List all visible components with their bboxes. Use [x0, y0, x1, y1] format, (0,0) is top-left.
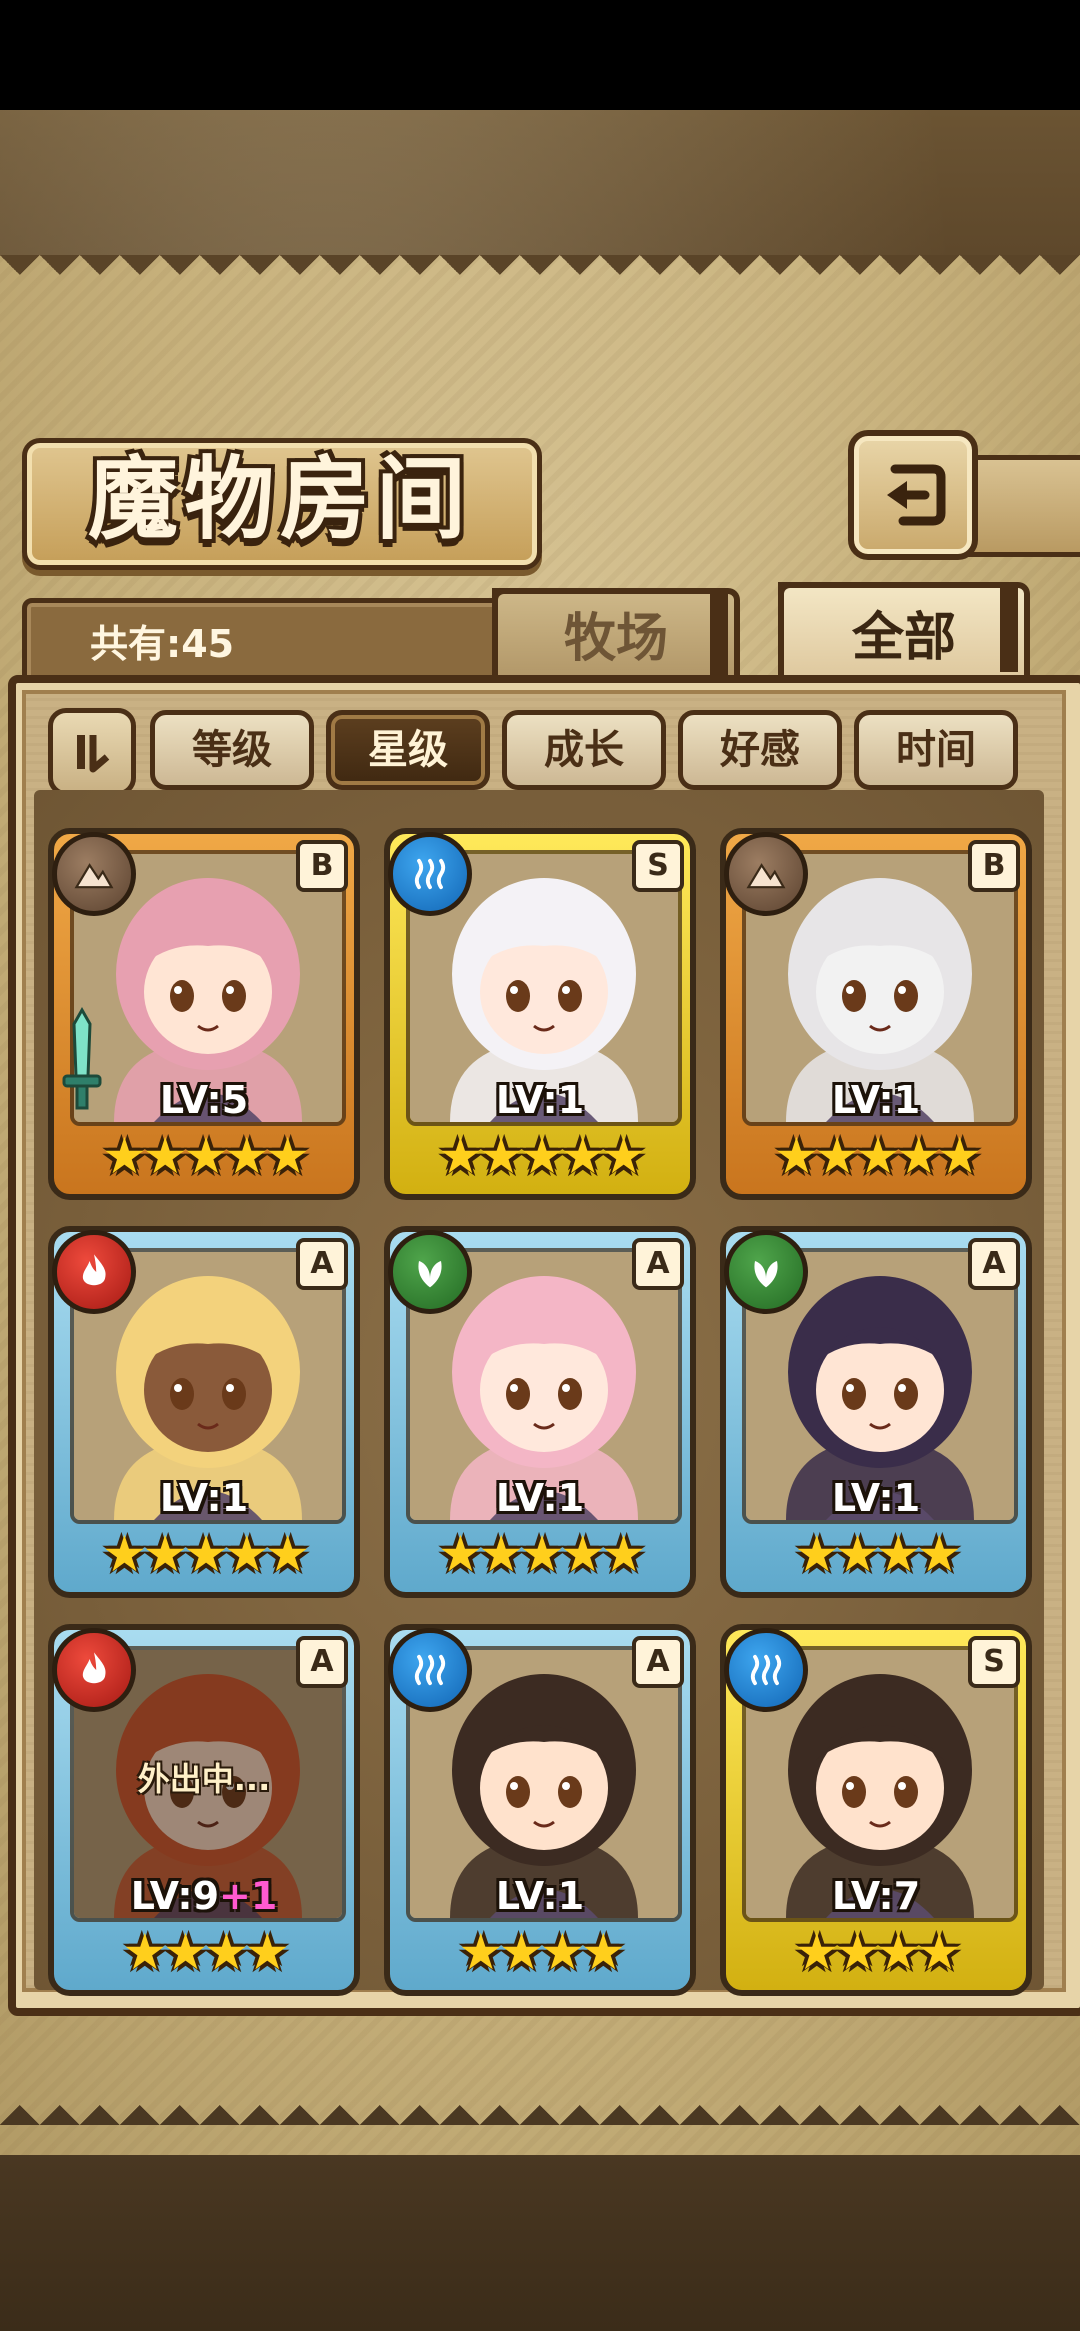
tab-ranch[interactable]: 牧场	[492, 588, 740, 684]
level-label: LV:1	[720, 1476, 1032, 1520]
back-button[interactable]	[848, 430, 978, 560]
level-label: LV:5	[48, 1078, 360, 1122]
earth-element-icon	[724, 832, 808, 916]
status-bar	[0, 0, 1080, 110]
water-element-icon	[724, 1628, 808, 1712]
level-label: LV:9+1	[48, 1874, 360, 1918]
level-value: LV:7	[831, 1874, 921, 1918]
monster-card[interactable]: S LV:7 ★★★★	[720, 1624, 1032, 1996]
level-value: LV:1	[495, 1078, 585, 1122]
level-value: LV:1	[831, 1476, 921, 1520]
panel-bottom-edge	[0, 2085, 1080, 2125]
rank-badge: B	[296, 840, 348, 892]
earth-element-icon	[52, 832, 136, 916]
sort-order-toggle[interactable]	[48, 708, 136, 796]
star-rating: ★★★★★	[773, 1127, 982, 1185]
rank-badge: A	[968, 1238, 1020, 1290]
rank-badge: A	[296, 1636, 348, 1688]
tab-post	[1000, 582, 1018, 672]
level-label: LV:1	[384, 1874, 696, 1918]
sort-by-level-button[interactable]: 等级	[150, 710, 314, 790]
star-rating: ★★★★	[458, 1923, 625, 1981]
tab-post	[710, 588, 728, 678]
map-background-lower	[0, 2150, 1080, 2331]
monster-card[interactable]: S LV:1 ★★★★★	[384, 828, 696, 1200]
monster-card[interactable]: A LV:1 ★★★★★	[384, 1226, 696, 1598]
sort-by-affection-button[interactable]: 好感	[678, 710, 842, 790]
sort-by-stars-button[interactable]: 星级	[326, 710, 490, 790]
back-arrow-icon	[887, 464, 946, 526]
wood-element-icon	[388, 1230, 472, 1314]
level-value: LV:9	[130, 1874, 220, 1918]
star-rating: ★★★★★	[101, 1127, 310, 1185]
star-rating: ★★★★	[794, 1923, 961, 1981]
level-value: LV:1	[495, 1874, 585, 1918]
tab-all[interactable]: 全部	[778, 582, 1030, 688]
sort-by-time-button[interactable]: 时间	[854, 710, 1018, 790]
level-label: LV:1	[384, 1476, 696, 1520]
rank-badge: B	[968, 840, 1020, 892]
water-element-icon	[388, 832, 472, 916]
monster-card[interactable]: A LV:1 ★★★★	[384, 1624, 696, 1996]
fire-element-icon	[52, 1628, 136, 1712]
star-rating: ★★★★	[122, 1923, 289, 1981]
rank-badge: S	[632, 840, 684, 892]
panel-top-edge	[0, 255, 1080, 295]
level-label: LV:7	[720, 1874, 1032, 1918]
level-bonus: +1	[219, 1874, 278, 1918]
away-status: 外出中...	[137, 1760, 271, 1798]
level-value: LV:1	[495, 1476, 585, 1520]
star-rating: ★★★★★	[437, 1525, 646, 1583]
water-element-icon	[388, 1628, 472, 1712]
sort-order-icon	[77, 735, 110, 773]
rank-badge: A	[632, 1238, 684, 1290]
monster-card[interactable]: B LV:5 ★★★★★	[48, 828, 360, 1200]
star-rating: ★★★★	[794, 1525, 961, 1583]
rank-badge: A	[296, 1238, 348, 1290]
star-rating: ★★★★★	[101, 1525, 310, 1583]
monster-card[interactable]: B LV:1 ★★★★★	[720, 828, 1032, 1200]
level-label: LV:1	[384, 1078, 696, 1122]
monster-card[interactable]: A LV:1 ★★★★★	[48, 1226, 360, 1598]
fire-element-icon	[52, 1230, 136, 1314]
page-title: 魔物房间	[88, 446, 472, 552]
level-label: LV:1	[48, 1476, 360, 1520]
level-value: LV:1	[159, 1476, 249, 1520]
level-value: LV:1	[831, 1078, 921, 1122]
level-label: LV:1	[720, 1078, 1032, 1122]
back-button-tail	[960, 455, 1080, 557]
star-rating: ★★★★★	[437, 1127, 646, 1185]
rank-badge: S	[968, 1636, 1020, 1688]
monster-card[interactable]: A 外出中... LV:9+1 ★★★★	[48, 1624, 360, 1996]
sort-by-growth-button[interactable]: 成长	[502, 710, 666, 790]
wood-element-icon	[724, 1230, 808, 1314]
monster-card[interactable]: A LV:1 ★★★★	[720, 1226, 1032, 1598]
level-value: LV:5	[159, 1078, 249, 1122]
rank-badge: A	[632, 1636, 684, 1688]
